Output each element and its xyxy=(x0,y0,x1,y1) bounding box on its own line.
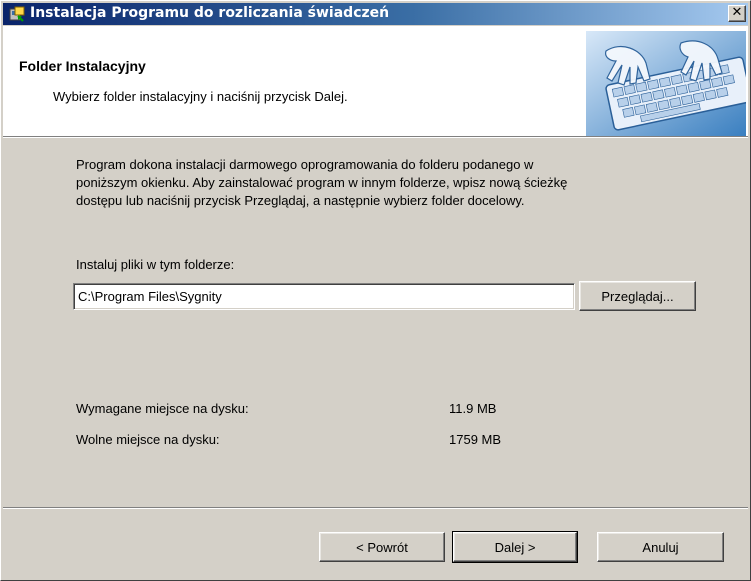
page-title: Folder Instalacyjny xyxy=(19,58,146,74)
description-line: dostępu lub naciśnij przycisk Przeglądaj… xyxy=(76,193,525,208)
description-line: poniższym okienku. Aby zainstalować prog… xyxy=(76,175,568,190)
cancel-button[interactable]: Anuluj xyxy=(597,532,724,562)
install-folder-label: Instaluj pliki w tym folderze: xyxy=(76,257,235,272)
free-space-value: 1759 MB xyxy=(449,432,502,447)
required-space-label: Wymagane miejsce na dysku: xyxy=(76,401,249,416)
back-button[interactable]: < Powrót xyxy=(319,532,445,562)
description-line: Program dokona instalacji darmowego opro… xyxy=(76,157,534,172)
footer-divider-highlight xyxy=(3,508,748,509)
keyboard-hands-image xyxy=(586,31,751,136)
required-space-value: 11.9 MB xyxy=(449,401,497,416)
install-path-input[interactable] xyxy=(73,283,575,310)
next-button[interactable]: Dalej > xyxy=(452,531,578,563)
title-bar[interactable]: Instalacja Programu do rozliczania świad… xyxy=(3,3,748,25)
header-banner: Folder Instalacyjny Wybierz folder insta… xyxy=(3,26,751,138)
close-icon: ✕ xyxy=(731,5,743,20)
window-title: Instalacja Programu do rozliczania świad… xyxy=(30,5,390,21)
free-space-label: Wolne miejsce na dysku: xyxy=(76,432,220,447)
close-button[interactable]: ✕ xyxy=(728,5,746,22)
browse-button[interactable]: Przeglądaj... xyxy=(579,281,696,311)
page-subtitle: Wybierz folder instalacyjny i naciśnij p… xyxy=(53,89,348,104)
installer-app-icon xyxy=(9,6,25,22)
description-text: Program dokona instalacji darmowego opro… xyxy=(76,156,696,210)
installer-window: Instalacja Programu do rozliczania świad… xyxy=(0,0,751,581)
